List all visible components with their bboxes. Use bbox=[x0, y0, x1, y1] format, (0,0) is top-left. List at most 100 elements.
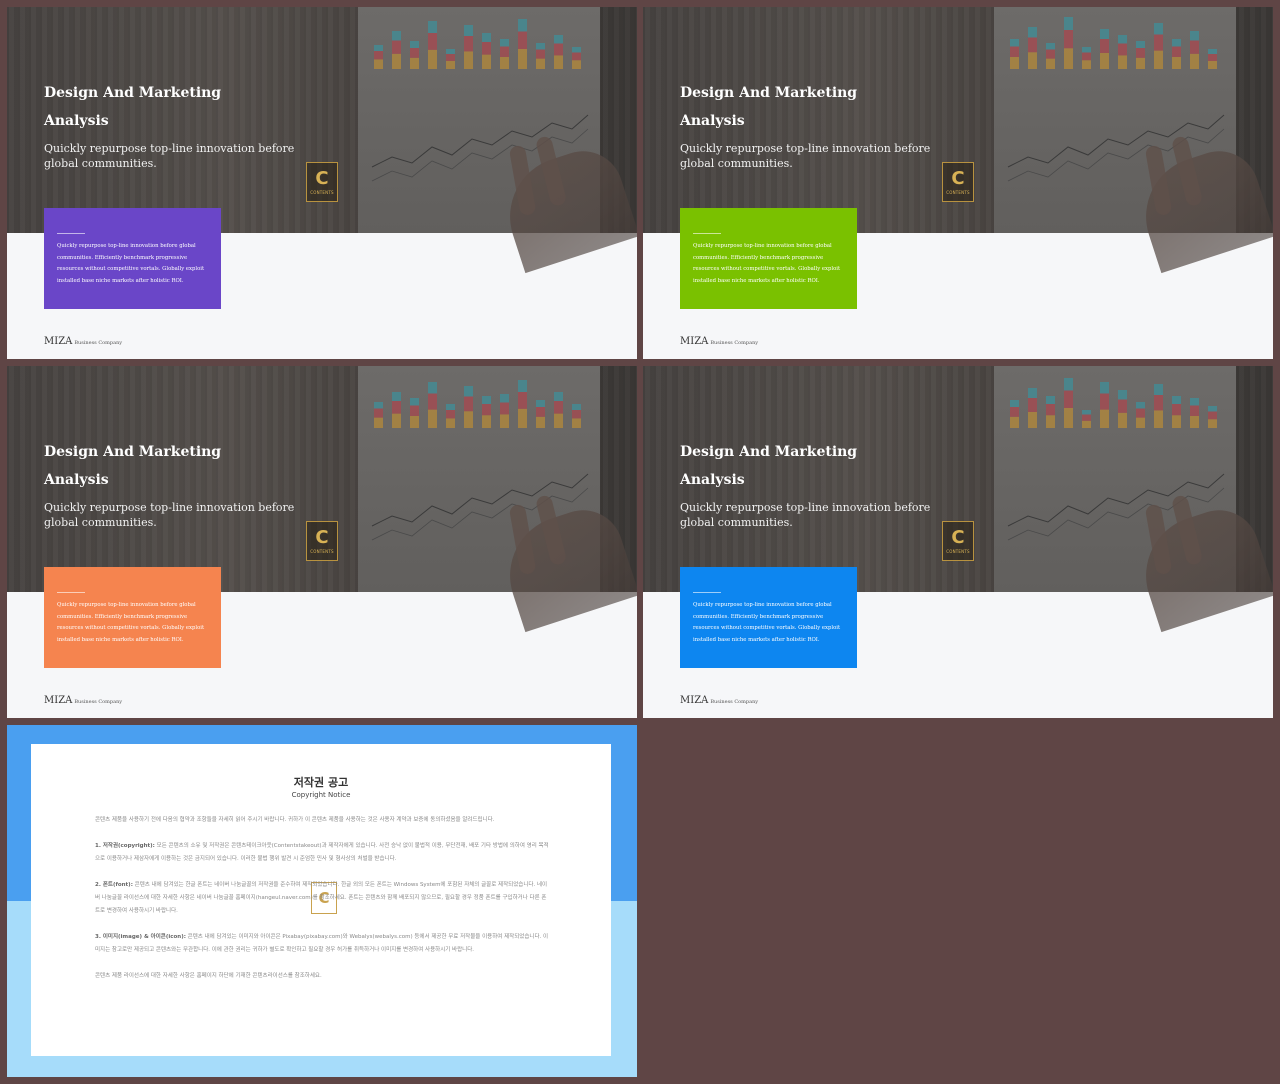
card-divider bbox=[57, 592, 85, 593]
card-divider bbox=[693, 233, 721, 234]
decorative-bar-segment bbox=[554, 43, 563, 56]
decorative-bar-segment bbox=[374, 402, 383, 409]
decorative-bar-segment bbox=[500, 57, 509, 69]
slide-thumbnail[interactable]: Design And Marketing Analysis Quickly re… bbox=[7, 366, 637, 718]
decorative-bar-segment bbox=[518, 19, 527, 32]
card-divider bbox=[57, 233, 85, 234]
decorative-bar-segment bbox=[1082, 60, 1091, 69]
decorative-bar-segment bbox=[1118, 390, 1127, 400]
title-line-2: Analysis bbox=[680, 113, 745, 129]
copyright-notice-slide: 저작권 공고 Copyright Notice C 콘텐츠 제품을 사용하기 전… bbox=[7, 725, 637, 1077]
decorative-bar-segment bbox=[428, 409, 437, 428]
decorative-bar-segment bbox=[1208, 406, 1217, 412]
decorative-bar-segment bbox=[1154, 384, 1163, 395]
decorative-bar-segment bbox=[536, 43, 545, 50]
decorative-bar-segment bbox=[572, 404, 581, 410]
decorative-bar-segment bbox=[572, 60, 581, 69]
slide-thumbnail[interactable]: Design And Marketing Analysis Quickly re… bbox=[7, 7, 637, 359]
decorative-bar-segment bbox=[1118, 55, 1127, 69]
decorative-bar-segment bbox=[1208, 419, 1217, 428]
decorative-bar-segment bbox=[1172, 415, 1181, 428]
slide-thumbnail[interactable]: Design And Marketing Analysis Quickly re… bbox=[643, 366, 1273, 718]
decorative-bar-segment bbox=[410, 41, 419, 48]
decorative-bar-segment bbox=[1046, 415, 1055, 428]
decorative-bar-segment bbox=[518, 31, 527, 49]
title-line-2: Analysis bbox=[44, 113, 109, 129]
notice-sheet: 저작권 공고 Copyright Notice C 콘텐츠 제품을 사용하기 전… bbox=[31, 744, 611, 1056]
slide-title: Design And Marketing Analysis bbox=[680, 438, 970, 494]
brand-footer: MIZA Business Company bbox=[44, 695, 122, 706]
decorative-bar-segment bbox=[410, 405, 419, 416]
decorative-bar-segment bbox=[464, 36, 473, 52]
decorative-bar-segment bbox=[500, 394, 509, 403]
logo-letter: C bbox=[951, 526, 965, 548]
decorative-bar-segment bbox=[446, 418, 455, 428]
decorative-bar-segment bbox=[1172, 404, 1181, 416]
brand-subtitle: Business Company bbox=[74, 699, 123, 705]
notice-body: 콘텐츠 제품을 사용하기 전에 다음의 협약과 조항들을 자세히 읽어 주시기 … bbox=[95, 814, 550, 996]
decorative-bar-segment bbox=[1046, 43, 1055, 50]
logo-letter: C bbox=[951, 167, 965, 189]
decorative-bar-segment bbox=[1010, 400, 1019, 407]
decorative-bar-segment bbox=[518, 380, 527, 392]
decorative-bar-segment bbox=[1172, 46, 1181, 57]
decorative-bar-segment bbox=[410, 48, 419, 58]
title-line-1: Design And Marketing bbox=[44, 85, 222, 101]
brand-footer: MIZA Business Company bbox=[44, 336, 122, 347]
notice-footer: 콘텐츠 제품 라이선스에 대한 자세한 사항은 홈페이지 하단에 기재한 콘텐츠… bbox=[95, 973, 322, 979]
decorative-bar-segment bbox=[446, 410, 455, 419]
contents-logo: C CONTENTS bbox=[306, 521, 338, 561]
decorative-bar-segment bbox=[428, 393, 437, 410]
decorative-bar-segment bbox=[1100, 409, 1109, 428]
decorative-bar-segment bbox=[1154, 410, 1163, 428]
decorative-bar-segment bbox=[410, 416, 419, 428]
logo-letter: C bbox=[315, 167, 329, 189]
decorative-bar-segment bbox=[518, 408, 527, 428]
brand-footer: MIZA Business Company bbox=[680, 336, 758, 347]
decorative-bar-segment bbox=[374, 45, 383, 51]
decorative-bar-segment bbox=[446, 61, 455, 69]
card-text: Quickly repurpose top-line innovation be… bbox=[57, 602, 205, 643]
decorative-bar-segment bbox=[518, 49, 527, 69]
decorative-bar-segment bbox=[536, 407, 545, 417]
decorative-bar-segment bbox=[482, 54, 491, 69]
decorative-bar-segment bbox=[392, 392, 401, 401]
card-text: Quickly repurpose top-line innovation be… bbox=[693, 602, 841, 643]
contents-logo: C CONTENTS bbox=[306, 162, 338, 202]
decorative-bar-segment bbox=[1028, 412, 1037, 428]
decorative-bar-segment bbox=[1082, 52, 1091, 61]
decorative-bar-segment bbox=[1082, 410, 1091, 415]
decorative-bar-segment bbox=[428, 382, 437, 394]
slide-thumbnail[interactable]: Design And Marketing Analysis Quickly re… bbox=[643, 7, 1273, 359]
decorative-bar-segment bbox=[1118, 399, 1127, 413]
decorative-bar-segment bbox=[410, 398, 419, 406]
decorative-bar-segment bbox=[572, 47, 581, 53]
text-card: Quickly repurpose top-line innovation be… bbox=[680, 567, 857, 668]
decorative-bar-segment bbox=[536, 416, 545, 428]
decorative-bar-segment bbox=[1028, 52, 1037, 69]
notice-section-font: 2. 폰트(font): 콘텐츠 내에 담겨있는 한글 폰트는 네이버 나눔글꼴… bbox=[95, 879, 550, 918]
decorative-bar-segment bbox=[428, 49, 437, 69]
decorative-bar-segment bbox=[1190, 416, 1199, 428]
decorative-bar-segment bbox=[1100, 382, 1109, 394]
decorative-bar-segment bbox=[1010, 39, 1019, 47]
decorative-bar-segment bbox=[1136, 57, 1145, 69]
decorative-bar-segment bbox=[482, 415, 491, 428]
title-line-1: Design And Marketing bbox=[44, 444, 222, 460]
decorative-bar-segment bbox=[1028, 37, 1037, 53]
decorative-bar-segment bbox=[464, 411, 473, 428]
text-card: Quickly repurpose top-line innovation be… bbox=[680, 208, 857, 309]
slide-subtitle: Quickly repurpose top-line innovation be… bbox=[680, 501, 931, 529]
decorative-bar-segment bbox=[1028, 388, 1037, 398]
notice-section-image: 3. 이미지(image) & 아이콘(icon): 콘텐츠 내에 담겨있는 이… bbox=[95, 931, 550, 957]
hand-image bbox=[1130, 140, 1273, 274]
decorative-bar-segment bbox=[1064, 378, 1073, 391]
decorative-bar-segment bbox=[464, 51, 473, 69]
decorative-bar-segment bbox=[482, 33, 491, 42]
slide-subtitle: Quickly repurpose top-line innovation be… bbox=[44, 501, 295, 529]
brand-name: MIZA bbox=[680, 336, 709, 347]
hand-image bbox=[494, 140, 637, 274]
decorative-bar-segment bbox=[554, 413, 563, 428]
decorative-bar-segment bbox=[1172, 39, 1181, 47]
decorative-bar-segment bbox=[1172, 396, 1181, 404]
